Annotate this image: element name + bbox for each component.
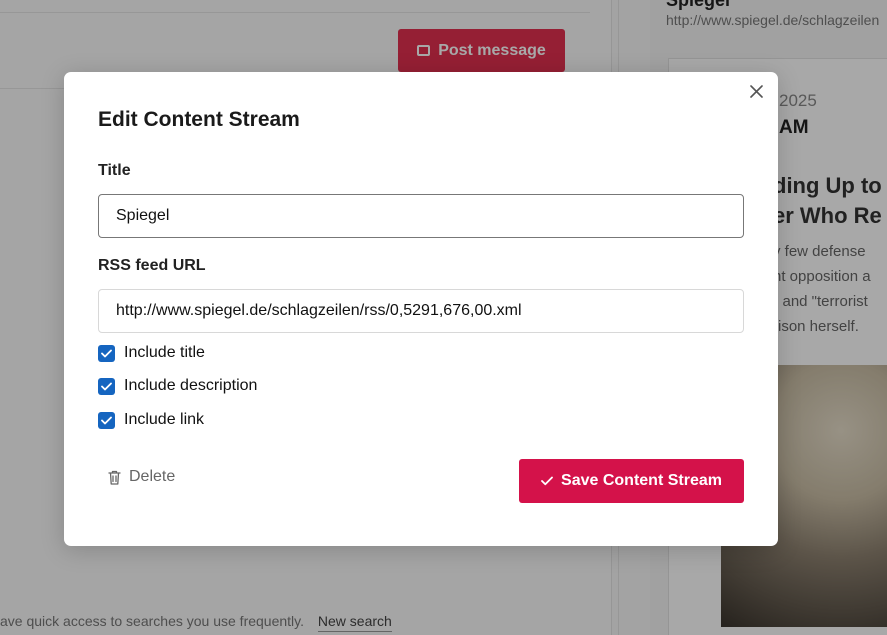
include-link-label: Include link	[124, 411, 205, 428]
include-title-option[interactable]: Include title	[98, 344, 205, 362]
dialog-title: Edit Content Stream	[98, 108, 300, 131]
include-title-label: Include title	[124, 344, 205, 361]
include-description-label: Include description	[124, 377, 258, 394]
check-icon	[101, 416, 112, 424]
trash-icon	[108, 470, 121, 485]
include-description-checkbox[interactable]	[98, 377, 115, 395]
title-input[interactable]	[98, 194, 744, 238]
rss-url-label: RSS feed URL	[98, 257, 206, 274]
close-button[interactable]	[746, 81, 766, 101]
check-icon	[541, 476, 553, 486]
include-link-option[interactable]: Include link	[98, 411, 204, 429]
check-icon	[101, 382, 112, 390]
rss-url-input[interactable]	[98, 289, 744, 333]
delete-button[interactable]: Delete	[108, 468, 175, 486]
edit-content-stream-dialog: Edit Content Stream Title RSS feed URL I…	[64, 72, 778, 546]
include-description-option[interactable]: Include description	[98, 377, 257, 395]
include-link-checkbox[interactable]	[98, 411, 115, 429]
save-content-stream-button[interactable]: Save Content Stream	[519, 459, 744, 503]
title-label: Title	[98, 162, 131, 179]
close-icon	[749, 84, 763, 98]
save-label: Save Content Stream	[561, 472, 722, 489]
include-title-checkbox[interactable]	[98, 344, 115, 362]
delete-label: Delete	[129, 468, 176, 485]
check-icon	[101, 349, 112, 357]
